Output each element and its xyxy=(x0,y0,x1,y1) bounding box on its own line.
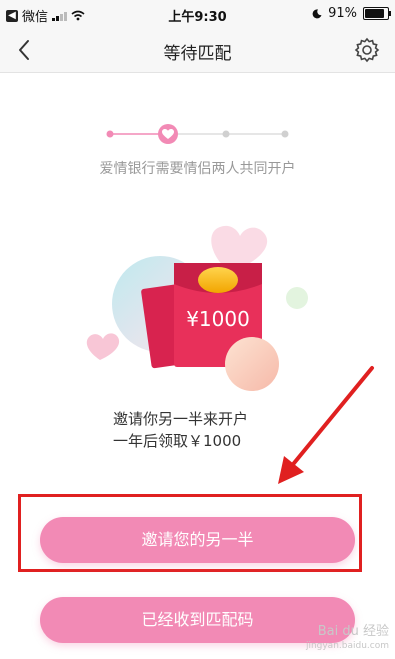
description-line-2: 一年后领取￥1000 xyxy=(113,432,242,450)
annotation-arrow xyxy=(278,366,374,484)
progress-step-4 xyxy=(281,130,289,138)
watermark-url: jingyan.baidu.com xyxy=(305,641,389,651)
battery-icon xyxy=(363,7,391,20)
watermark-brand: Bai du 经验 xyxy=(317,624,389,639)
moon-icon xyxy=(312,8,322,18)
gear-icon[interactable] xyxy=(353,36,381,64)
progress-steps xyxy=(106,124,289,144)
envelope-amount: ¥1000 xyxy=(186,307,250,331)
description-line-1: 邀请你另一半来开户 xyxy=(113,410,249,428)
nav-bar: 等待匹配 xyxy=(0,28,395,73)
progress-label: 爱情银行需要情侣两人共同开户 xyxy=(99,161,296,177)
status-bar: ◀ 微信 上午9:30 91% xyxy=(0,0,395,28)
battery-percent: 91% xyxy=(328,6,357,21)
invite-description: 邀请你另一半来开户 一年后领取￥1000 xyxy=(113,408,248,452)
page-title: 等待匹配 xyxy=(163,44,232,64)
watermark: Bai du 经验 jingyan.baidu.com xyxy=(306,625,389,653)
status-right: 91% xyxy=(312,6,391,21)
progress-step-3 xyxy=(222,130,230,138)
progress-step-1 xyxy=(106,130,114,138)
invite-partner-button[interactable]: 邀请您的另一半 xyxy=(40,517,355,563)
